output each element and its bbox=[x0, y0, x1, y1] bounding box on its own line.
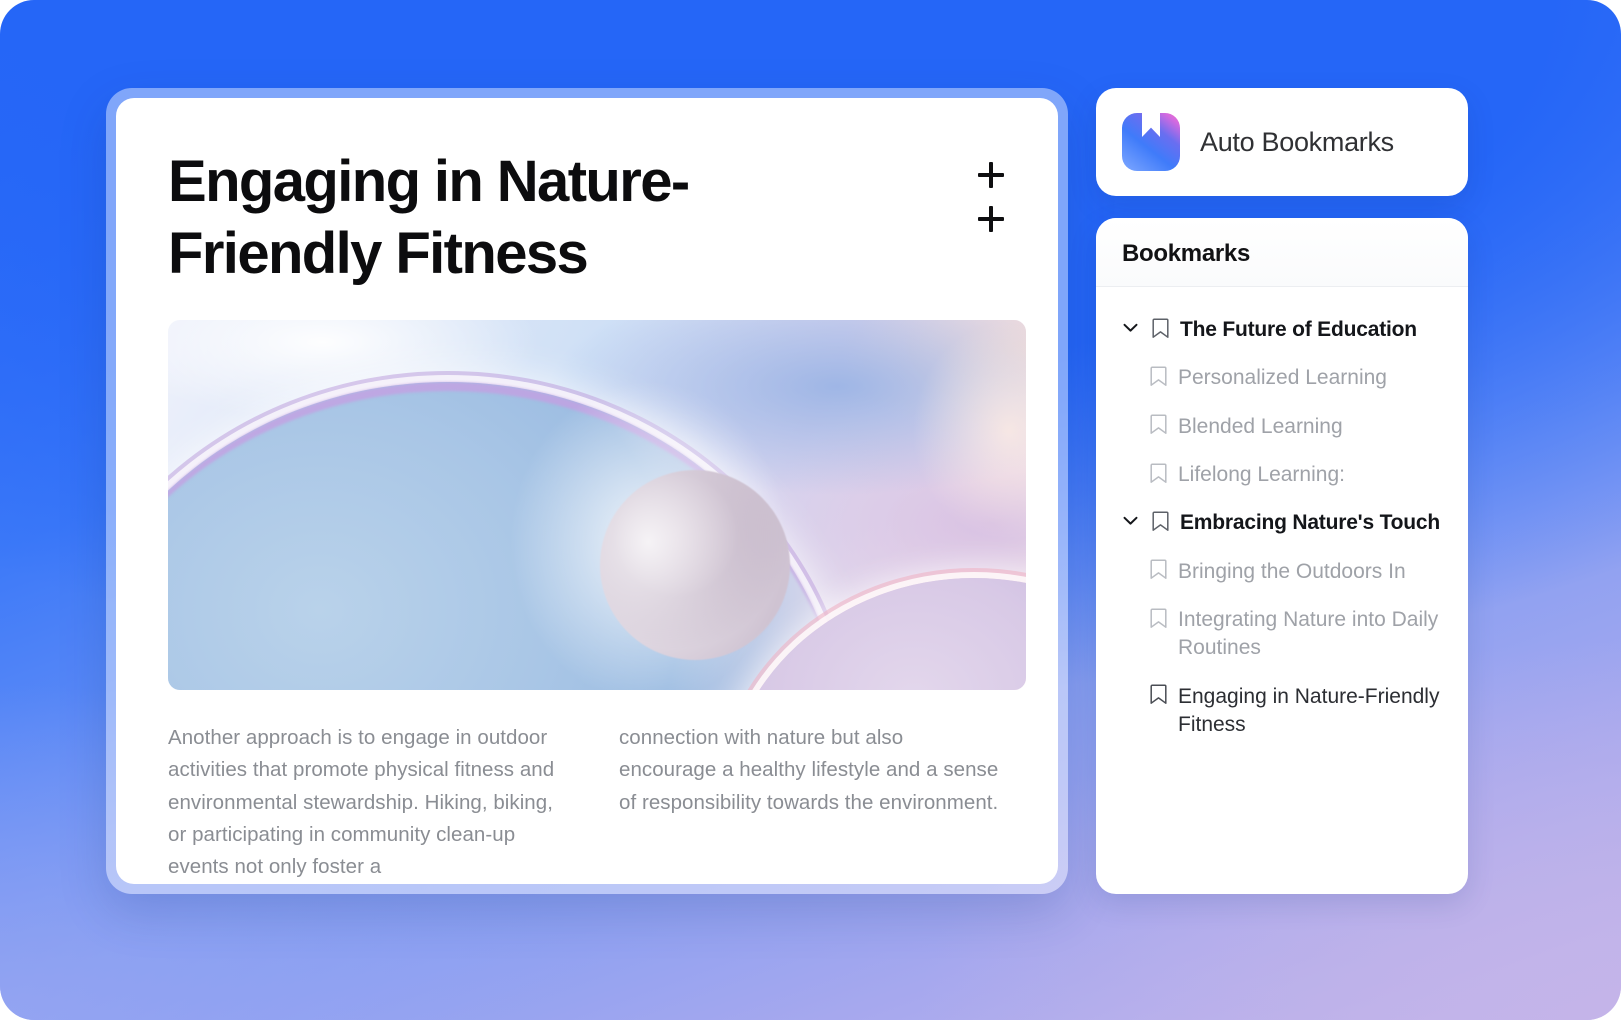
bookmarks-panel-title: Bookmarks bbox=[1096, 218, 1468, 287]
body-paragraph: Another approach is to engage in outdoor… bbox=[168, 725, 555, 879]
article-card-frame: Engaging in Nature-Friendly Fitness Anot… bbox=[106, 88, 1068, 894]
article-header: Engaging in Nature-Friendly Fitness bbox=[168, 146, 1006, 290]
bookmark-item[interactable]: Integrating Nature into Daily Routines bbox=[1118, 597, 1446, 670]
bookmark-item[interactable]: Bringing the Outdoors In bbox=[1118, 549, 1446, 593]
bookmark-item[interactable]: Lifelong Learning: bbox=[1118, 452, 1446, 496]
brand-card[interactable]: Auto Bookmarks bbox=[1096, 88, 1468, 196]
bookmark-app-logo-icon bbox=[1122, 113, 1180, 171]
body-paragraph: connection with nature but also encourag… bbox=[619, 725, 999, 814]
article-card: Engaging in Nature-Friendly Fitness Anot… bbox=[116, 98, 1058, 884]
hero-image bbox=[168, 319, 1026, 690]
bookmark-item-label: Engaging in Nature-Friendly Fitness bbox=[1178, 684, 1440, 737]
bookmark-item-label: Integrating Nature into Daily Routines bbox=[1178, 608, 1439, 660]
bookmark-item-label: Bringing the Outdoors In bbox=[1178, 559, 1406, 583]
brand-title: Auto Bookmarks bbox=[1200, 126, 1394, 157]
bookmark-icon bbox=[1147, 681, 1169, 709]
bookmark-item-label: Lifelong Learning: bbox=[1178, 463, 1345, 487]
bookmark-item[interactable]: The Future of Education bbox=[1118, 307, 1446, 351]
plus-icon-top[interactable] bbox=[976, 160, 1006, 190]
bookmarks-list: The Future of Education Personalized Lear… bbox=[1096, 287, 1468, 770]
bookmark-item-label: The Future of Education bbox=[1180, 318, 1417, 341]
bookmark-icon bbox=[1147, 362, 1169, 390]
app-root: Engaging in Nature-Friendly Fitness Anot… bbox=[0, 0, 1621, 1020]
bookmark-icon bbox=[1147, 411, 1169, 439]
content-stage: Engaging in Nature-Friendly Fitness Anot… bbox=[106, 88, 1474, 894]
logo-ribbon-shape bbox=[1142, 113, 1160, 137]
bookmark-item-label: Blended Learning bbox=[1178, 414, 1343, 438]
bookmark-item[interactable]: Blended Learning bbox=[1118, 404, 1446, 448]
body-column-right: connection with nature but also encourag… bbox=[619, 722, 1006, 884]
bookmark-item-label: Personalized Learning bbox=[1178, 366, 1387, 390]
bookmark-icon bbox=[1147, 556, 1169, 584]
bookmark-item[interactable]: Embracing Nature's Touch bbox=[1118, 500, 1446, 544]
hero-glare-layer bbox=[168, 319, 1026, 690]
bookmark-icon bbox=[1147, 459, 1169, 487]
bookmark-icon bbox=[1147, 604, 1169, 632]
article-body: Another approach is to engage in outdoor… bbox=[168, 722, 1006, 884]
bookmark-item-label: Embracing Nature's Touch bbox=[1180, 511, 1441, 535]
chevron-down-icon[interactable] bbox=[1120, 507, 1140, 535]
bookmark-icon bbox=[1149, 314, 1171, 342]
article-actions bbox=[976, 146, 1006, 234]
bookmark-icon bbox=[1149, 507, 1171, 535]
body-column-left: Another approach is to engage in outdoor… bbox=[168, 722, 555, 884]
bookmarks-panel: Bookmarks The Future of Education Persona… bbox=[1096, 218, 1468, 894]
plus-icon-bottom[interactable] bbox=[976, 204, 1006, 234]
chevron-down-icon[interactable] bbox=[1120, 314, 1140, 342]
page-title: Engaging in Nature-Friendly Fitness bbox=[168, 149, 690, 286]
bookmark-item[interactable]: Personalized Learning bbox=[1118, 355, 1446, 399]
bookmark-item[interactable]: Engaging in Nature-Friendly Fitness bbox=[1118, 674, 1446, 747]
right-rail: Auto Bookmarks Bookmarks The Future of E… bbox=[1096, 88, 1468, 894]
